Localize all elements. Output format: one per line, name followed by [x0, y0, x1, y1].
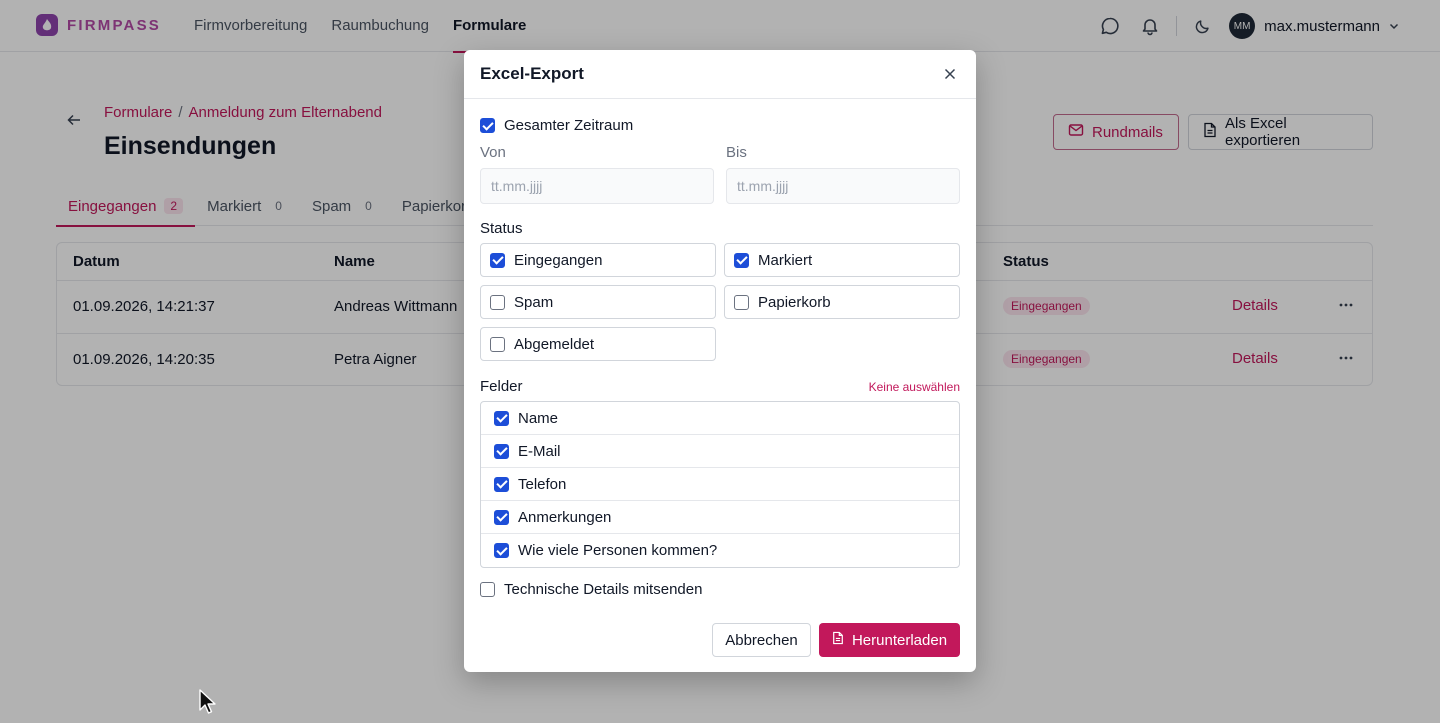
checkbox-checked[interactable]	[734, 252, 749, 268]
select-none-link[interactable]: Keine auswählen	[869, 380, 960, 394]
excel-export-dialog: Excel-Export Gesamter Zeitraum Von Bis t…	[464, 50, 976, 672]
von-label: Von	[480, 144, 506, 161]
checkbox-checked[interactable]	[494, 410, 509, 426]
field-option-anmerkungen[interactable]: Anmerkungen	[481, 501, 959, 534]
document-icon	[832, 631, 844, 649]
cancel-button[interactable]: Abbrechen	[712, 623, 811, 657]
technische-details-label: Technische Details mitsenden	[504, 581, 703, 598]
mouse-cursor-icon	[198, 688, 218, 716]
download-button[interactable]: Herunterladen	[819, 623, 960, 657]
checkbox-unchecked[interactable]	[734, 294, 749, 310]
checkbox-checked[interactable]	[494, 509, 509, 525]
checkbox-checked[interactable]	[494, 443, 509, 459]
dialog-title: Excel-Export	[480, 64, 584, 83]
checkbox-checked[interactable]	[494, 543, 509, 558]
status-option-label: Spam	[514, 293, 554, 311]
checkbox-unchecked[interactable]	[490, 294, 505, 310]
gesamter-zeitraum-checkbox[interactable]: Gesamter Zeitraum	[480, 117, 633, 134]
status-option-label: Papierkorb	[758, 293, 831, 311]
checkbox-unchecked[interactable]	[480, 582, 495, 597]
checkbox-checked[interactable]	[494, 476, 509, 492]
dialog-header: Excel-Export	[464, 50, 976, 99]
gesamter-zeitraum-label: Gesamter Zeitraum	[504, 117, 634, 134]
field-option-personen[interactable]: Wie viele Personen kommen?	[481, 534, 959, 567]
field-label: E-Mail	[518, 442, 561, 460]
field-option-telefon[interactable]: Telefon	[481, 468, 959, 501]
technische-details-checkbox[interactable]: Technische Details mitsenden	[480, 581, 702, 598]
bis-date-field[interactable]: tt.mm.jjjj	[726, 168, 960, 204]
status-option-markiert[interactable]: Markiert	[724, 243, 960, 277]
bis-label: Bis	[726, 144, 747, 161]
status-option-eingegangen[interactable]: Eingegangen	[480, 243, 716, 277]
field-label: Anmerkungen	[518, 508, 612, 526]
von-date-field[interactable]: tt.mm.jjjj	[480, 168, 714, 204]
felder-section-label: Felder	[480, 378, 523, 395]
field-label: Name	[518, 409, 559, 427]
field-label: Telefon	[518, 475, 567, 493]
status-section-label: Status	[480, 220, 523, 237]
field-option-email[interactable]: E-Mail	[481, 435, 959, 468]
status-option-label: Abgemeldet	[514, 335, 595, 353]
checkbox-checked[interactable]	[490, 252, 505, 268]
field-label: Wie viele Personen kommen?	[518, 542, 718, 559]
status-option-spam[interactable]: Spam	[480, 285, 716, 319]
status-option-abgemeldet[interactable]: Abgemeldet	[480, 327, 716, 361]
close-icon[interactable]	[940, 64, 960, 84]
download-label: Herunterladen	[851, 631, 948, 649]
status-option-label: Eingegangen	[514, 251, 603, 269]
status-option-label: Markiert	[758, 251, 813, 269]
field-option-name[interactable]: Name	[481, 402, 959, 435]
checkbox-unchecked[interactable]	[490, 336, 505, 352]
fields-list: Name E-Mail Telefon Anmerkungen Wie viel…	[480, 401, 960, 568]
status-option-papierkorb[interactable]: Papierkorb	[724, 285, 960, 319]
checkbox-checked[interactable]	[480, 118, 495, 133]
